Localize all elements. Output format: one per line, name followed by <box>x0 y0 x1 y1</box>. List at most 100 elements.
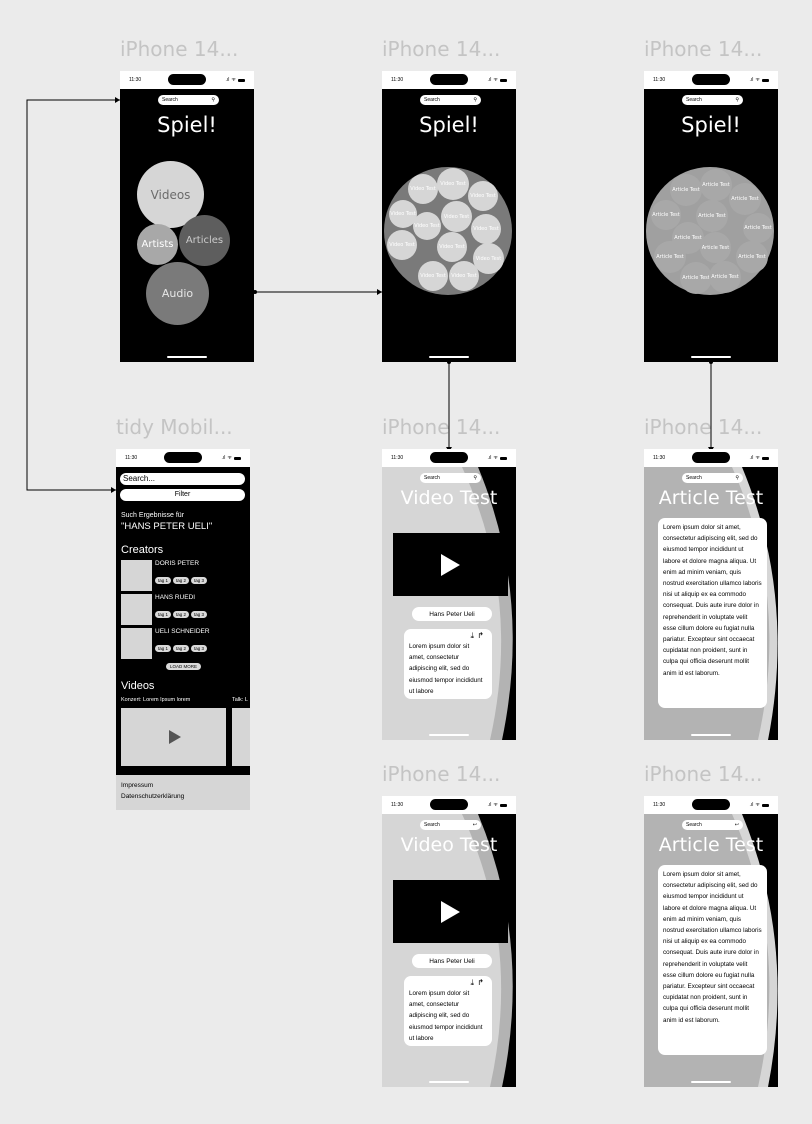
privacy-link[interactable]: Datenschutzerklärung <box>121 793 184 800</box>
creator-name[interactable]: DORIS PETER <box>155 560 199 567</box>
creator-name-pill[interactable]: Hans Peter Ueli <box>412 954 492 968</box>
status-time: 11:30 <box>391 455 404 461</box>
article-bubble-label: Article Test <box>744 225 772 231</box>
article-bubble-label: Article Test <box>682 275 710 281</box>
article-bubble[interactable]: Article Test <box>729 183 761 215</box>
frame-label: iPhone 14... <box>644 762 763 786</box>
video-bubble[interactable]: Video Test <box>437 232 467 262</box>
article-bubble[interactable]: Article Test <box>696 200 728 232</box>
tag-chip[interactable]: tag 3 <box>191 577 208 584</box>
article-bubble[interactable]: Article Test <box>736 241 768 273</box>
dynamic-island <box>430 452 468 463</box>
article-bubble[interactable]: Article Test <box>670 174 702 206</box>
back-arrow-icon[interactable]: ↩ <box>735 822 739 828</box>
tag-chip[interactable]: tag 1 <box>155 645 172 652</box>
search-input[interactable]: Search ⚲ <box>682 473 743 483</box>
creator-avatar[interactable] <box>121 628 152 659</box>
imprint-link[interactable]: Impressum <box>121 782 153 789</box>
home-indicator <box>691 1081 731 1083</box>
tag-chip[interactable]: tag 3 <box>191 611 208 618</box>
home-indicator <box>691 734 731 736</box>
video-thumbnail[interactable] <box>232 708 250 766</box>
video-bubble[interactable]: Video Test <box>408 174 438 204</box>
creator-name[interactable]: HANS RUEDI <box>155 594 195 601</box>
articles-bubble-label: Articles <box>185 235 224 246</box>
video-bubble[interactable]: Video Test <box>413 212 441 240</box>
share-icon[interactable]: ↱ <box>477 977 484 988</box>
video-bubble-label: Video Test <box>440 181 466 187</box>
status-time: 11:30 <box>653 77 666 83</box>
audio-bubble[interactable]: Audio <box>146 262 209 325</box>
description-card: ⤓ ↱ Lorem ipsum dolor sit amet, consecte… <box>404 629 492 699</box>
video-detail-back-screen: 11:30 .ıl ᯤ Search ↩ Video Test Hans Pete… <box>382 796 516 1087</box>
article-bubble[interactable]: Article Test <box>709 261 741 293</box>
video-bubble[interactable]: Video Test <box>437 168 469 200</box>
articles-bubble[interactable]: Articles <box>179 215 230 266</box>
search-placeholder: Search <box>686 475 702 481</box>
creator-tags: tag 1 tag 2 tag 3 <box>155 569 209 587</box>
dynamic-island <box>692 452 730 463</box>
video-bubble-label: Video Test <box>473 226 499 232</box>
video-bubble[interactable]: Video Test <box>441 201 472 232</box>
video-bubble[interactable]: Video Test <box>449 261 479 291</box>
search-input[interactable]: Search ⚲ <box>420 473 481 483</box>
download-icon[interactable]: ⤓ <box>470 977 474 988</box>
search-input[interactable]: Search ⚲ <box>158 95 219 105</box>
home-screen: 11:30 .ıl ᯤ Search ⚲ Spiel! Videos Artist… <box>120 71 254 362</box>
load-more-button[interactable]: LOAD MORE <box>166 663 202 670</box>
app-title: Spiel! <box>681 113 741 137</box>
system-icons: .ıl ᯤ <box>488 455 507 461</box>
search-icon: ⚲ <box>211 97 215 103</box>
article-bubble[interactable]: Article Test <box>743 213 773 243</box>
article-bubble[interactable]: Article Test <box>654 241 686 273</box>
search-input[interactable]: Search ↩ <box>420 820 481 830</box>
play-icon[interactable] <box>441 900 460 923</box>
video-bubble[interactable]: Video Test <box>471 214 501 244</box>
article-bubble-label: Article Test <box>711 274 739 280</box>
share-icon[interactable]: ↱ <box>477 630 484 641</box>
download-icon[interactable]: ⤓ <box>470 630 474 641</box>
video-thumbnail[interactable] <box>121 708 226 766</box>
tag-chip[interactable]: tag 1 <box>155 577 172 584</box>
creator-avatar[interactable] <box>121 560 152 591</box>
article-bubble-label: Article Test <box>672 187 700 193</box>
creator-name[interactable]: UELI SCHNEIDER <box>155 628 210 635</box>
tag-chip[interactable]: tag 1 <box>155 611 172 618</box>
video-bubble-label: Video Test <box>389 242 415 248</box>
creator-avatar[interactable] <box>121 594 152 625</box>
creator-name-pill[interactable]: Hans Peter Ueli <box>412 607 492 621</box>
back-arrow-icon[interactable]: ↩ <box>473 822 477 828</box>
tag-chip[interactable]: tag 2 <box>173 577 190 584</box>
tag-chip[interactable]: tag 2 <box>173 611 190 618</box>
video-cluster-screen: 11:30 .ıl ᯤ Search ⚲ Spiel! Video Test Vi… <box>382 71 516 362</box>
results-for-label: Such Ergebnisse für <box>121 512 185 519</box>
status-time: 11:30 <box>653 455 666 461</box>
search-input[interactable]: Search... <box>120 473 245 485</box>
system-icons: .ıl ᯤ <box>750 77 769 83</box>
article-detail-back-screen: 11:30 .ıl ᯤ Search ↩ Article Test Lorem i… <box>644 796 778 1087</box>
article-bubble[interactable]: Article Test <box>700 232 731 263</box>
search-input[interactable]: Search ⚲ <box>420 95 481 105</box>
article-body-card: Lorem ipsum dolor sit amet, consectetur … <box>658 518 767 708</box>
video-bubble[interactable]: Video Test <box>468 181 498 211</box>
filter-button[interactable]: Filter <box>120 489 245 501</box>
video-bubble[interactable]: Video Test <box>418 261 448 291</box>
video-player[interactable] <box>393 880 508 943</box>
search-input[interactable]: Search ↩ <box>682 820 743 830</box>
frame-label: iPhone 14... <box>382 762 501 786</box>
article-cluster-screen: 11:30 .ıl ᯤ Search ⚲ Spiel! Article Test … <box>644 71 778 362</box>
artists-bubble[interactable]: Artists <box>137 224 178 265</box>
search-input[interactable]: Search ⚲ <box>682 95 743 105</box>
tag-chip[interactable]: tag 2 <box>173 645 190 652</box>
article-bubble[interactable]: Article Test <box>700 169 732 201</box>
video-bubble[interactable]: Video Test <box>387 230 417 260</box>
tag-chip[interactable]: tag 3 <box>191 645 208 652</box>
video-player[interactable] <box>393 533 508 596</box>
article-bubble[interactable]: Article Test <box>680 262 712 294</box>
play-icon[interactable] <box>441 553 460 576</box>
home-indicator <box>429 1081 469 1083</box>
status-time: 11:30 <box>125 455 138 461</box>
dynamic-island <box>164 452 202 463</box>
search-placeholder: Search <box>424 475 440 481</box>
search-placeholder: Search <box>686 97 702 103</box>
